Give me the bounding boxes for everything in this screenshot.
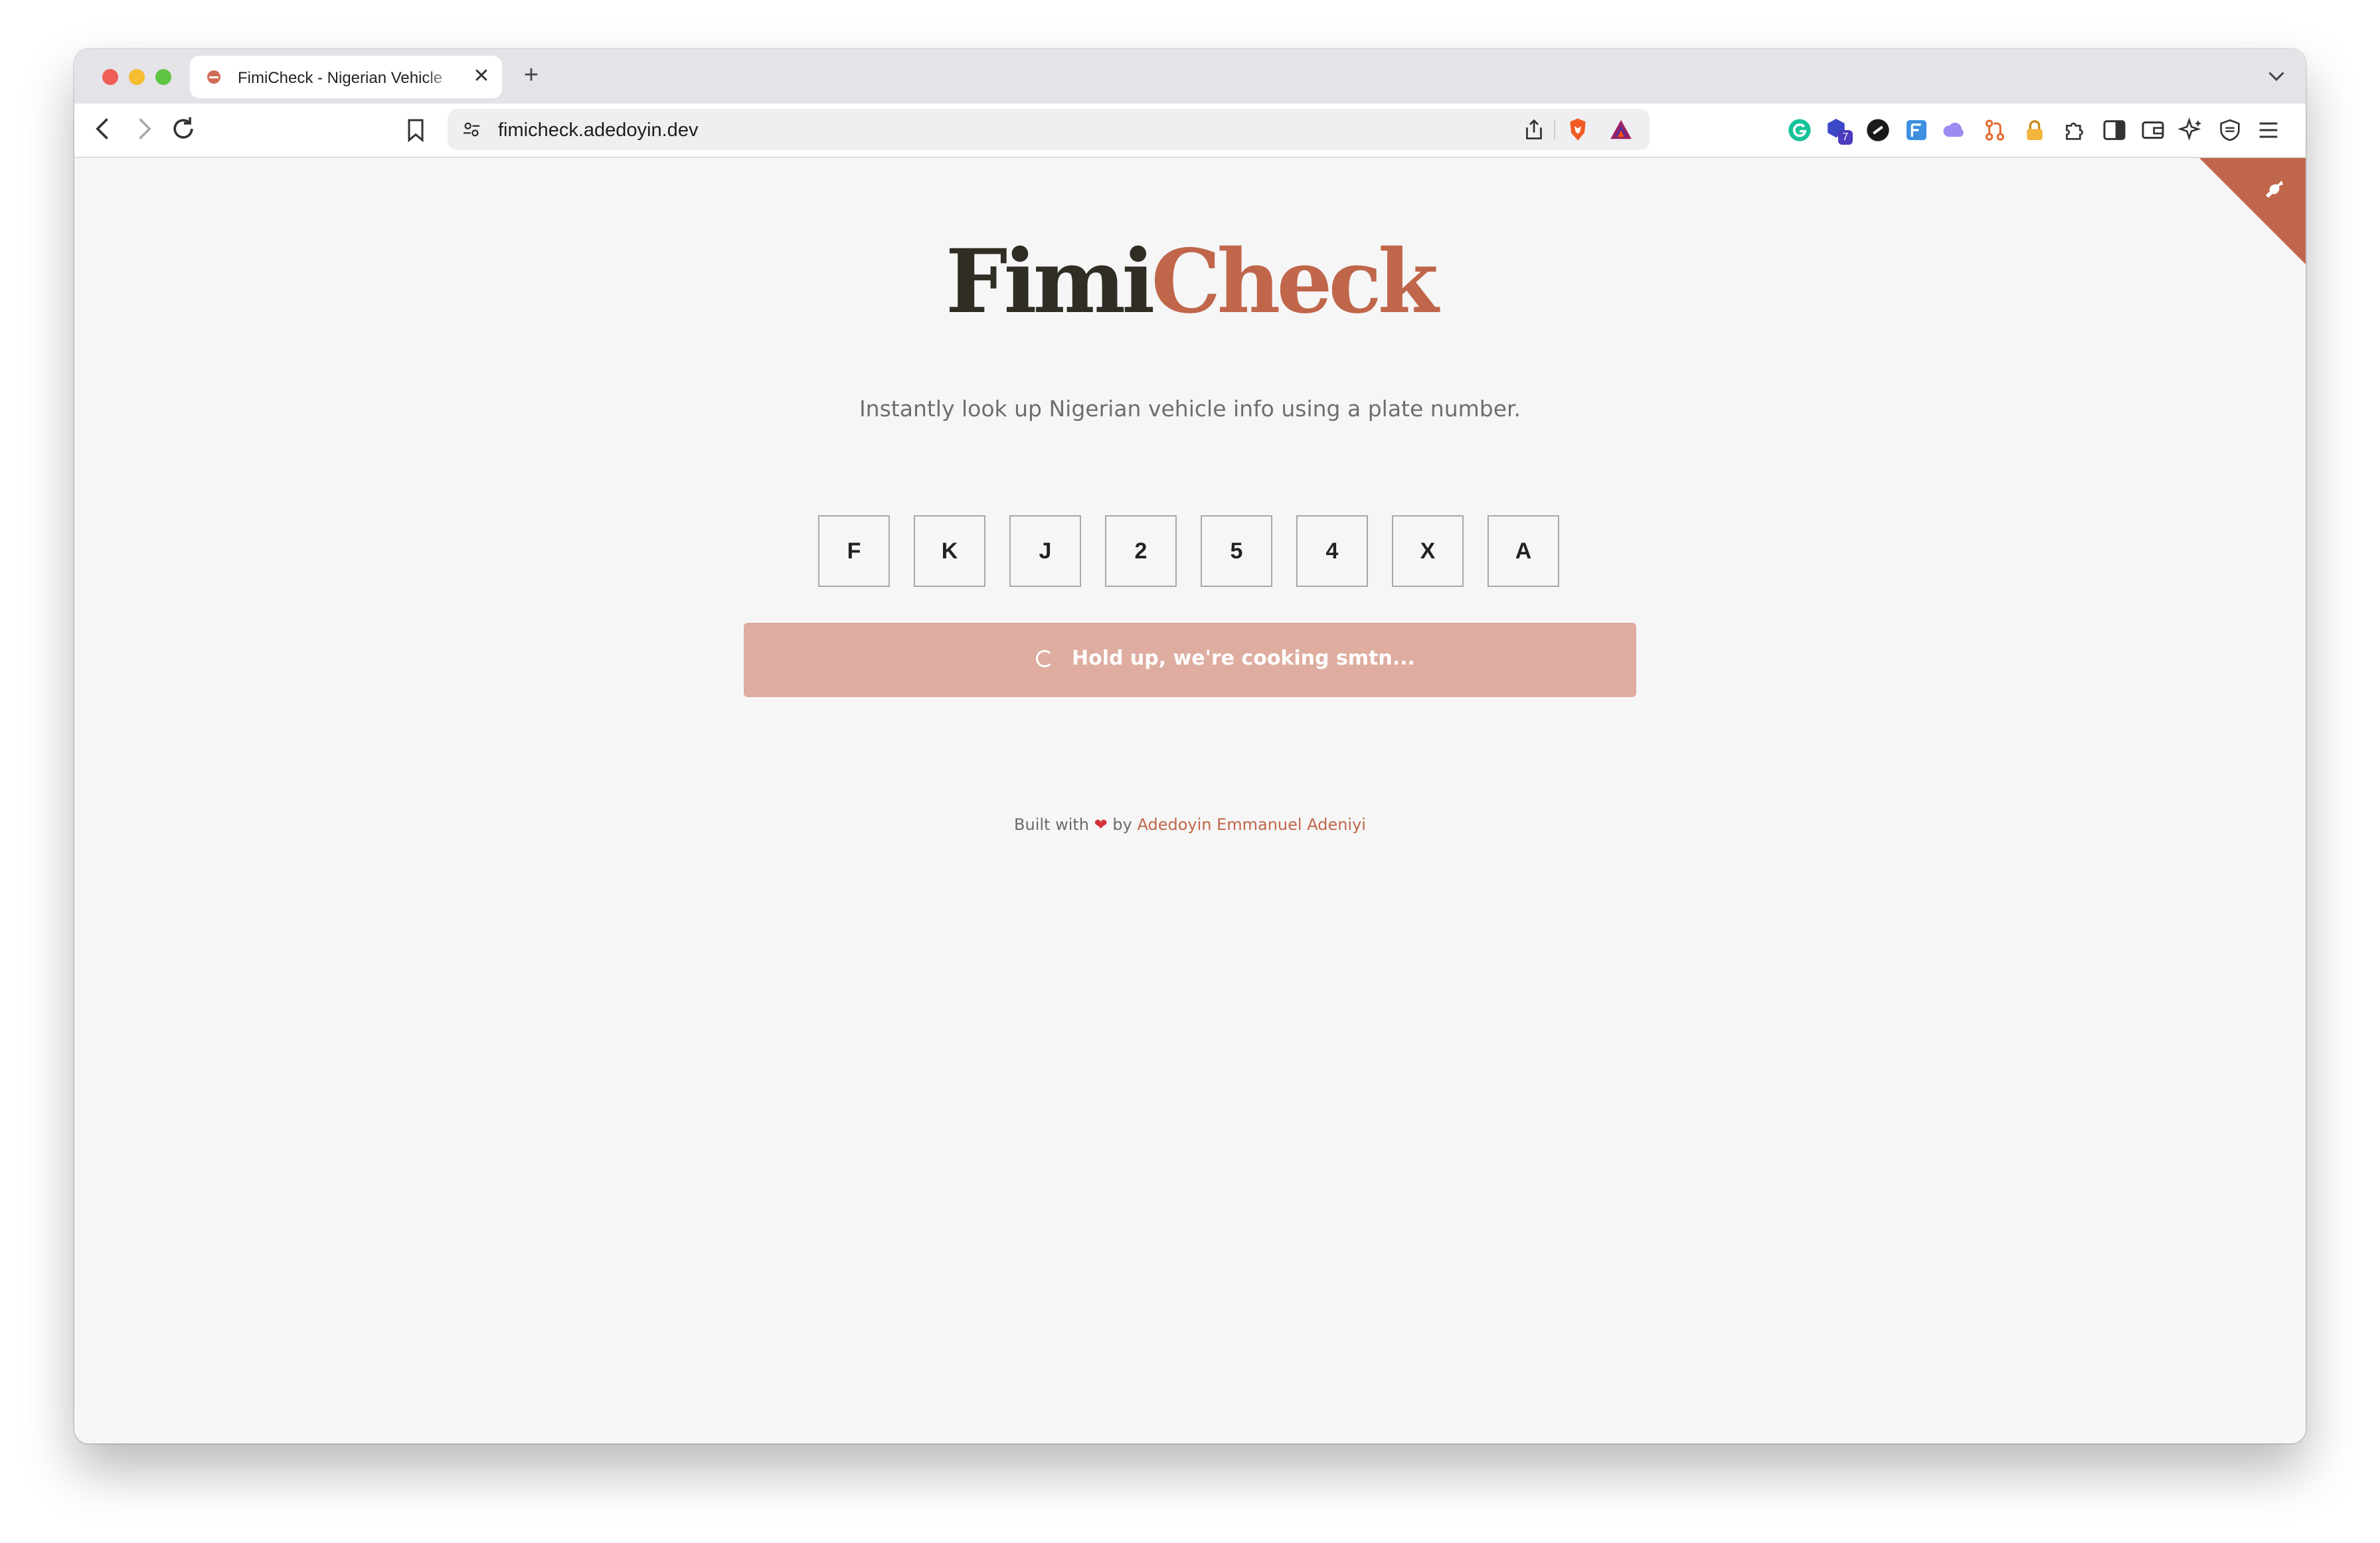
url-text[interactable]: fimicheck.adedoyin.dev bbox=[498, 120, 698, 141]
tab-favicon-icon bbox=[207, 70, 220, 84]
hamburger-menu-icon[interactable] bbox=[2255, 117, 2282, 143]
new-tab-button[interactable]: + bbox=[518, 62, 545, 89]
sidebar-toggle-icon[interactable] bbox=[2101, 117, 2128, 143]
dark-mode-extension-icon[interactable] bbox=[1865, 117, 1891, 143]
heart-icon: ❤ bbox=[1094, 815, 1108, 834]
plate-char-box[interactable]: A bbox=[1488, 515, 1559, 587]
browser-tab[interactable]: FimiCheck - Nigerian Vehicle ✕ bbox=[190, 56, 502, 98]
tab-close-icon[interactable]: ✕ bbox=[470, 65, 493, 88]
plate-char-box[interactable]: 2 bbox=[1105, 515, 1177, 587]
footer-credit: Built with ❤ by Adedoyin Emmanuel Adeniy… bbox=[74, 815, 2306, 834]
share-icon[interactable] bbox=[1522, 117, 1546, 142]
logo-text-fimi: Fimi bbox=[945, 230, 1155, 333]
grammarly-extension-icon[interactable] bbox=[1786, 117, 1813, 143]
tab-bar: FimiCheck - Nigerian Vehicle ✕ + bbox=[74, 49, 2306, 104]
plate-number-input: F K J 2 5 4 X A bbox=[818, 515, 1565, 590]
password-lock-extension-icon[interactable] bbox=[2021, 117, 2048, 143]
back-arrow-icon[interactable] bbox=[89, 114, 118, 143]
author-link[interactable]: Adedoyin Emmanuel Adeniyi bbox=[1137, 815, 1365, 834]
footer-prefix: Built with bbox=[1014, 815, 1089, 834]
zoom-window-button[interactable] bbox=[155, 69, 171, 85]
logo-text-check: Check bbox=[1151, 230, 1438, 333]
wallet-icon[interactable] bbox=[2140, 117, 2166, 143]
plate-char-box[interactable]: X bbox=[1392, 515, 1464, 587]
reload-icon[interactable] bbox=[169, 114, 198, 143]
plate-char-box[interactable]: J bbox=[1009, 515, 1081, 587]
blue-square-extension-icon[interactable] bbox=[1903, 117, 1930, 143]
tagline: Instantly look up Nigerian vehicle info … bbox=[859, 396, 1521, 422]
bookmark-icon[interactable] bbox=[402, 116, 429, 145]
footer-by: by bbox=[1112, 815, 1132, 834]
extensions-puzzle-icon[interactable] bbox=[2061, 117, 2088, 143]
tab-title: FimiCheck - Nigerian Vehicle bbox=[238, 69, 443, 87]
vpn-shield-icon[interactable] bbox=[2217, 117, 2243, 143]
loading-spinner-icon bbox=[1036, 650, 1053, 667]
badge-extension-icon[interactable]: 7 bbox=[1825, 117, 1853, 145]
close-window-button[interactable] bbox=[102, 69, 118, 85]
address-bar[interactable]: fimicheck.adedoyin.dev bbox=[448, 109, 1650, 150]
page-content: FimiCheck Instantly look up Nigerian veh… bbox=[74, 158, 2306, 1443]
brave-rewards-icon[interactable] bbox=[1607, 117, 1635, 142]
fimicheck-logo: FimiCheck bbox=[74, 232, 2306, 332]
browser-window: FimiCheck - Nigerian Vehicle ✕ + fimiche… bbox=[74, 49, 2306, 1443]
submit-button-label: Hold up, we're cooking smtn... bbox=[1072, 647, 1415, 670]
tab-list-chevron-down-icon[interactable] bbox=[2264, 64, 2288, 88]
lookup-submit-button[interactable]: Hold up, we're cooking smtn... bbox=[744, 623, 1636, 697]
minimize-window-button[interactable] bbox=[129, 69, 145, 85]
plate-char-box[interactable]: F bbox=[818, 515, 890, 587]
pull-request-extension-icon[interactable] bbox=[1982, 117, 2008, 143]
plate-char-box[interactable]: K bbox=[914, 515, 985, 587]
plate-char-box[interactable]: 5 bbox=[1201, 515, 1272, 587]
brave-shields-icon[interactable] bbox=[1565, 116, 1591, 143]
address-bar-divider bbox=[1554, 120, 1555, 139]
plate-char-box[interactable]: 4 bbox=[1296, 515, 1368, 587]
extension-badge-count: 7 bbox=[1838, 130, 1853, 145]
browser-toolbar: fimicheck.adedoyin.dev 7 bbox=[74, 104, 2306, 158]
site-settings-icon[interactable] bbox=[461, 119, 482, 140]
cloud-extension-icon[interactable] bbox=[1942, 117, 1968, 143]
leo-ai-sparkle-icon[interactable] bbox=[2178, 117, 2205, 143]
forward-arrow-icon[interactable] bbox=[129, 114, 158, 143]
